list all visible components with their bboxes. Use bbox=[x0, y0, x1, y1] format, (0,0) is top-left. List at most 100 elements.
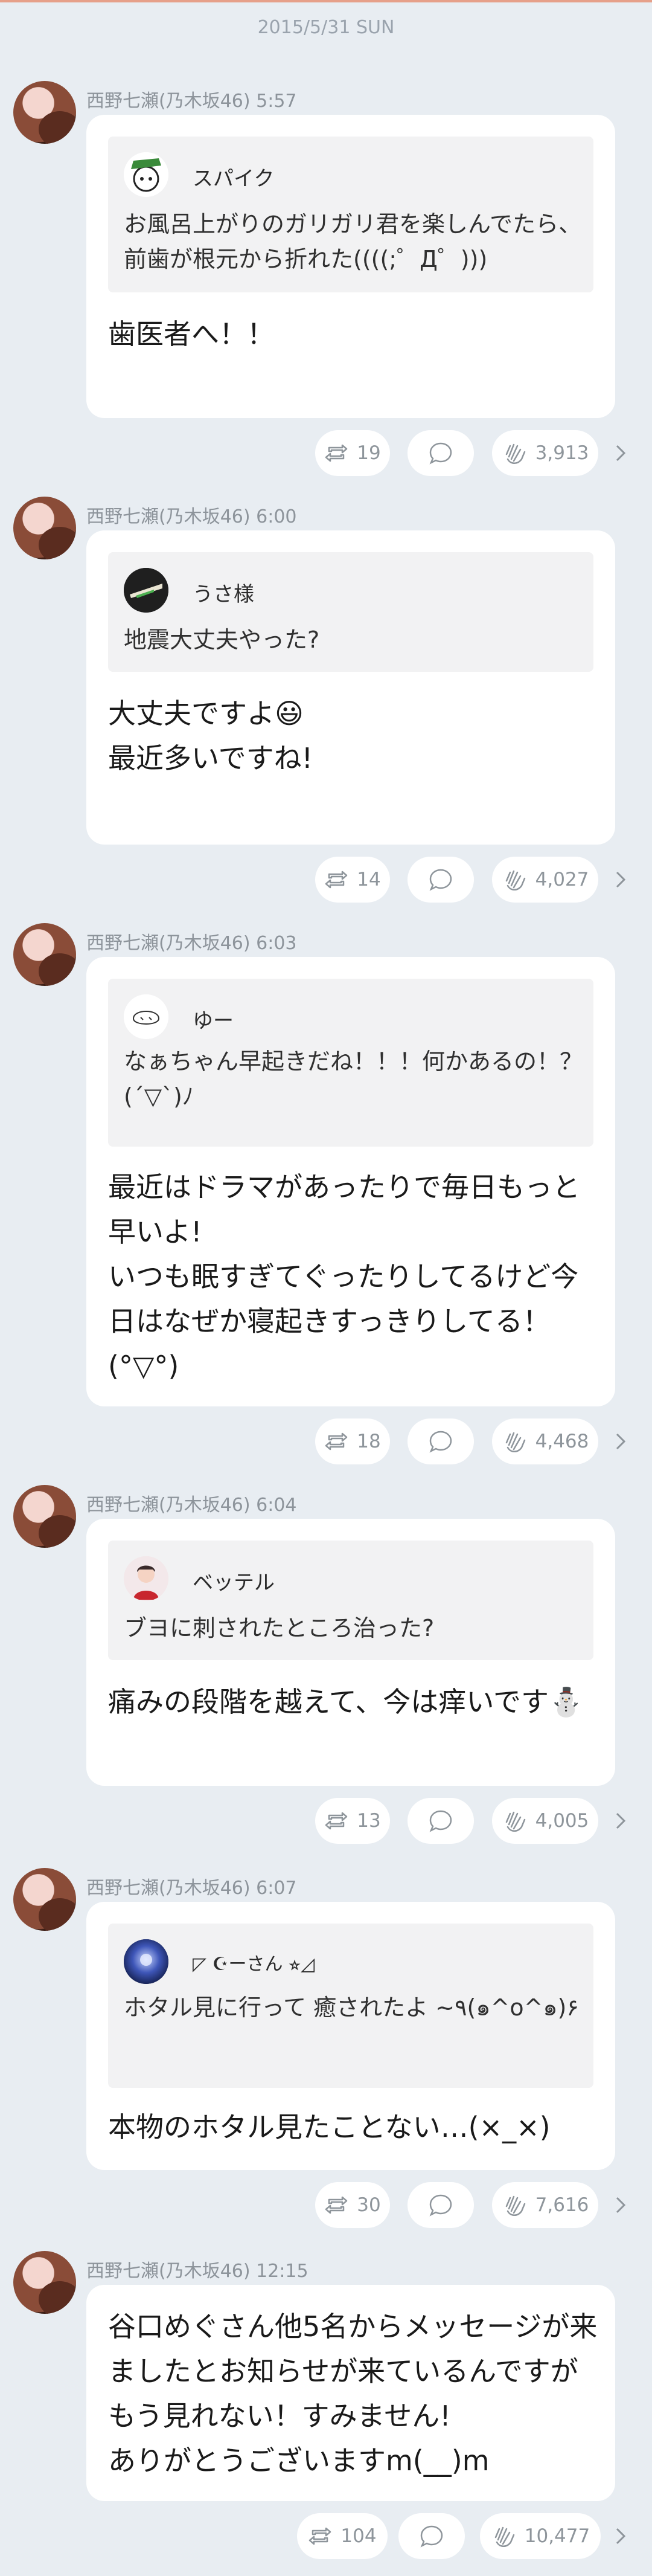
author-meta: 西野七瀬(乃木坂46) 6:04 bbox=[86, 1490, 297, 1516]
like-count: 4,005 bbox=[535, 1810, 589, 1832]
author-name: 西野七瀬(乃木坂46) bbox=[86, 1495, 251, 1516]
author-meta: 西野七瀬(乃木坂46) 12:15 bbox=[86, 2256, 308, 2282]
quoted-user-avatar bbox=[124, 1939, 168, 1984]
retweet-button[interactable]: 30 bbox=[315, 2182, 390, 2228]
comment-button[interactable] bbox=[408, 1798, 474, 1844]
quoted-user-avatar bbox=[124, 994, 168, 1039]
comment-button[interactable] bbox=[408, 430, 474, 476]
like-count: 7,616 bbox=[535, 2194, 589, 2216]
quoted-text: ブヨに刺されたところ治った? bbox=[124, 1615, 435, 1641]
date-header: 2015/5/31 SUN bbox=[257, 17, 395, 38]
retweet-button[interactable]: 13 bbox=[315, 1798, 390, 1844]
retweet-button[interactable]: 19 bbox=[315, 430, 390, 476]
post-time: 6:00 bbox=[256, 506, 297, 527]
quoted-text: お風呂上がりのガリガリ君を楽しんでたら、前歯が根元から折れた((((;゜Д゜))… bbox=[124, 211, 582, 272]
author-avatar[interactable] bbox=[13, 497, 76, 559]
comment-bubble-icon bbox=[429, 869, 452, 891]
like-count: 10,477 bbox=[524, 2525, 590, 2547]
quoted-message: ベッテル ブヨに刺されたところ治った? bbox=[108, 1541, 593, 1660]
clap-hands-icon bbox=[505, 870, 525, 890]
like-button[interactable]: 7,616 bbox=[492, 2182, 598, 2228]
comment-button[interactable] bbox=[408, 857, 474, 903]
retweet-icon bbox=[325, 1812, 348, 1830]
comment-button[interactable] bbox=[408, 2182, 474, 2228]
author-avatar[interactable] bbox=[13, 2251, 76, 2314]
message-bubble: うさ様 地震大丈夫やった? 大丈夫ですよ😃 最近多いですね! bbox=[86, 530, 615, 845]
quoted-message: スパイク お風呂上がりのガリガリ君を楽しんでたら、前歯が根元から折れた((((;… bbox=[108, 137, 593, 292]
clap-hands-icon bbox=[505, 443, 525, 464]
like-button[interactable]: 10,477 bbox=[480, 2513, 601, 2559]
retweet-count: 13 bbox=[357, 1810, 381, 1832]
like-button[interactable]: 4,005 bbox=[492, 1798, 598, 1844]
comment-bubble-icon bbox=[429, 2194, 452, 2217]
reply-text: 歯医者へ！！ bbox=[108, 318, 275, 350]
top-accent-line bbox=[0, 0, 652, 2]
author-name: 西野七瀬(乃木坂46) bbox=[86, 91, 251, 112]
retweet-button[interactable]: 18 bbox=[315, 1418, 390, 1464]
chevron-right-icon[interactable] bbox=[612, 2193, 630, 2217]
like-button[interactable]: 3,913 bbox=[492, 430, 598, 476]
quoted-message: ゆー なぁちゃん早起きだね！！！何かあるの！？(´▽`)ﾉ bbox=[108, 979, 593, 1147]
like-count: 4,027 bbox=[535, 869, 589, 890]
clap-hands-icon bbox=[494, 2526, 514, 2547]
quoted-user-name: スパイク bbox=[193, 167, 275, 191]
clap-hands-icon bbox=[505, 2195, 525, 2216]
quoted-user-name: ◸ ☪︎ーさん ⭐︎◿ bbox=[193, 1954, 315, 1975]
author-avatar[interactable] bbox=[13, 1485, 76, 1548]
chevron-right-icon[interactable] bbox=[612, 441, 630, 465]
retweet-icon bbox=[309, 2527, 331, 2545]
comment-bubble-icon bbox=[429, 1431, 452, 1453]
quoted-user-name: ゆー bbox=[193, 1009, 234, 1033]
retweet-icon bbox=[325, 871, 348, 889]
reply-text: 最近はドラマがあったりで毎日もっと早いよ! いつも眠すぎてぐったりしてるけど今日… bbox=[108, 1171, 580, 1382]
quoted-user-avatar bbox=[124, 568, 168, 613]
author-avatar[interactable] bbox=[13, 923, 76, 986]
quoted-user-avatar bbox=[124, 152, 168, 197]
comment-button[interactable] bbox=[408, 1418, 474, 1464]
author-avatar[interactable] bbox=[13, 1868, 76, 1931]
retweet-button[interactable]: 104 bbox=[297, 2513, 388, 2559]
message-bubble: ◸ ☪︎ーさん ⭐︎◿ ホタル見に行って 癒されたよ ~٩(๑^o^๑)۶ 本物… bbox=[86, 1902, 615, 2170]
retweet-count: 104 bbox=[340, 2525, 377, 2547]
post-time: 12:15 bbox=[256, 2261, 308, 2282]
author-name: 西野七瀬(乃木坂46) bbox=[86, 506, 251, 527]
comment-button[interactable] bbox=[398, 2513, 465, 2559]
quoted-text: ホタル見に行って 癒されたよ ~٩(๑^o^๑)۶ bbox=[124, 1994, 579, 2021]
like-button[interactable]: 4,468 bbox=[492, 1418, 598, 1464]
author-name: 西野七瀬(乃木坂46) bbox=[86, 933, 251, 954]
chevron-right-icon[interactable] bbox=[612, 1809, 630, 1833]
author-avatar[interactable] bbox=[13, 81, 76, 144]
author-name: 西野七瀬(乃木坂46) bbox=[86, 2261, 251, 2282]
clap-hands-icon bbox=[505, 1432, 525, 1452]
retweet-icon bbox=[325, 2196, 348, 2214]
retweet-button[interactable]: 14 bbox=[315, 857, 390, 903]
quoted-text: 地震大丈夫やった? bbox=[124, 626, 320, 653]
retweet-count: 14 bbox=[357, 869, 381, 890]
author-meta: 西野七瀬(乃木坂46) 6:03 bbox=[86, 928, 297, 955]
retweet-icon bbox=[325, 1432, 348, 1451]
reply-text: 痛みの段階を越えて、今は痒いです⛄ bbox=[108, 1686, 584, 1718]
post-time: 6:03 bbox=[256, 933, 297, 954]
message-bubble: 谷口めぐさん他5名からメッセージが来ましたとお知らせが来ているんですがもう見れな… bbox=[86, 2285, 615, 2501]
chevron-right-icon[interactable] bbox=[612, 868, 630, 892]
quoted-message: うさ様 地震大丈夫やった? bbox=[108, 552, 593, 672]
clap-hands-icon bbox=[505, 1811, 525, 1832]
chevron-right-icon[interactable] bbox=[612, 2524, 630, 2548]
chevron-right-icon[interactable] bbox=[612, 1429, 630, 1454]
reply-text: 谷口めぐさん他5名からメッセージが来ましたとお知らせが来ているんですがもう見れな… bbox=[108, 2310, 598, 2477]
author-meta: 西野七瀬(乃木坂46) 6:00 bbox=[86, 501, 297, 528]
reply-text: 本物のホタル見たことない…(×_×) bbox=[108, 2111, 551, 2143]
like-button[interactable]: 4,027 bbox=[492, 857, 598, 903]
post-time: 5:57 bbox=[256, 91, 297, 112]
post-time: 6:04 bbox=[256, 1495, 297, 1516]
quoted-text: なぁちゃん早起きだね！！！何かあるの！？(´▽`)ﾉ bbox=[124, 1048, 583, 1110]
quoted-user-avatar bbox=[124, 1556, 168, 1601]
quoted-message: ◸ ☪︎ーさん ⭐︎◿ ホタル見に行って 癒されたよ ~٩(๑^o^๑)۶ bbox=[108, 1924, 593, 2088]
quoted-user-name: ベッテル bbox=[193, 1571, 275, 1595]
message-bubble: スパイク お風呂上がりのガリガリ君を楽しんでたら、前歯が根元から折れた((((;… bbox=[86, 115, 615, 418]
comment-bubble-icon bbox=[429, 1810, 452, 1832]
like-count: 3,913 bbox=[535, 442, 589, 464]
retweet-count: 30 bbox=[357, 2194, 381, 2216]
comment-bubble-icon bbox=[429, 442, 452, 465]
like-count: 4,468 bbox=[535, 1431, 589, 1452]
